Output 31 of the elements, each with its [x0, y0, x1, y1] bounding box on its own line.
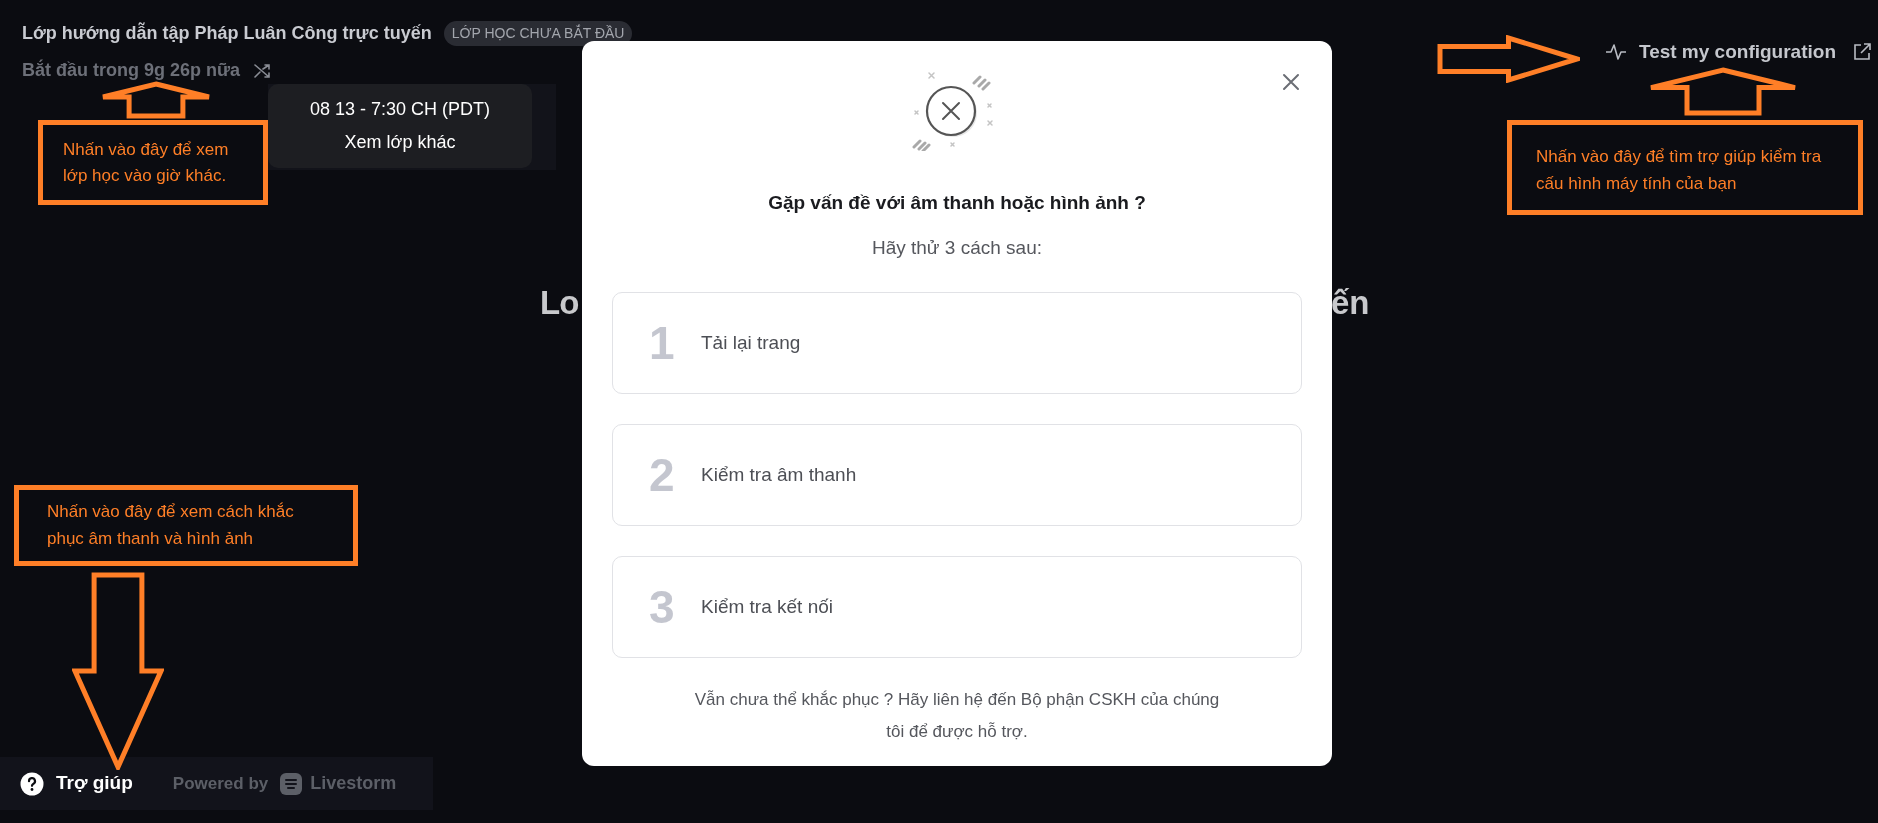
modal-subtitle: Hãy thử 3 cách sau: [871, 235, 1043, 260]
modal-title: Gặp vấn đề với âm thanh hoặc hình ảnh ? [768, 191, 1146, 215]
heading-fragment: Lo [540, 283, 579, 323]
heading-fragment: ến [1331, 283, 1370, 323]
test-configuration-link[interactable]: Test my configuration [1638, 38, 1836, 67]
help-note: Vẫn chưa thể khắc phục ? Hãy liên hệ đến Bộ phận CSKH của chúng tôi để được hỗ trợ. [693, 689, 1221, 743]
step-number: 3 [649, 579, 676, 635]
step-label: Kiểm tra âm thanh [701, 462, 857, 487]
schedule-tooltip[interactable]: 08 13 - 7:30 CH (PDT) Xem lớp khác [268, 84, 532, 168]
status-badge: LỚP HỌC CHƯA BẮT ĐẦU [443, 21, 633, 46]
close-icon[interactable] [1280, 71, 1302, 93]
help-icon [20, 771, 44, 796]
brand-logo-icon [280, 772, 303, 795]
step-card[interactable]: 1 Tải lại trang [612, 292, 1302, 394]
annotation-text: Nhấn vào đây để xem lớp học vào giờ khác. [63, 139, 230, 187]
brand-name: Livestorm [310, 772, 397, 795]
step-number: 2 [649, 447, 676, 503]
annotation-text: Nhấn vào đây để tìm trợ giúp kiểm tra cấu hình máy tính của bạn [1536, 146, 1823, 195]
other-class-link[interactable]: Xem lớp khác [344, 129, 456, 156]
annotation-text: Nhấn vào đây để xem cách khắc phục âm thanh và hình ảnh [47, 501, 295, 550]
help-button[interactable]: Trợ giúp [20, 769, 133, 798]
step-card[interactable]: 2 Kiểm tra âm thanh [612, 424, 1302, 526]
external-link-icon[interactable] [1852, 42, 1872, 63]
step-card[interactable]: 3 Kiểm tra kết nối [612, 556, 1302, 658]
step-label: Kiểm tra kết nối [701, 594, 833, 619]
event-title: Lớp hướng dẫn tập Pháp Luân Công trực tuyến [22, 21, 432, 45]
schedule-time: 08 13 - 7:30 CH (PDT) [309, 98, 491, 121]
step-label: Tải lại trang [701, 330, 801, 355]
countdown-text: Bắt đầu trong 9g 26p nữa [22, 58, 241, 82]
powered-by-text: Powered by [172, 772, 269, 795]
step-number: 1 [649, 315, 676, 371]
